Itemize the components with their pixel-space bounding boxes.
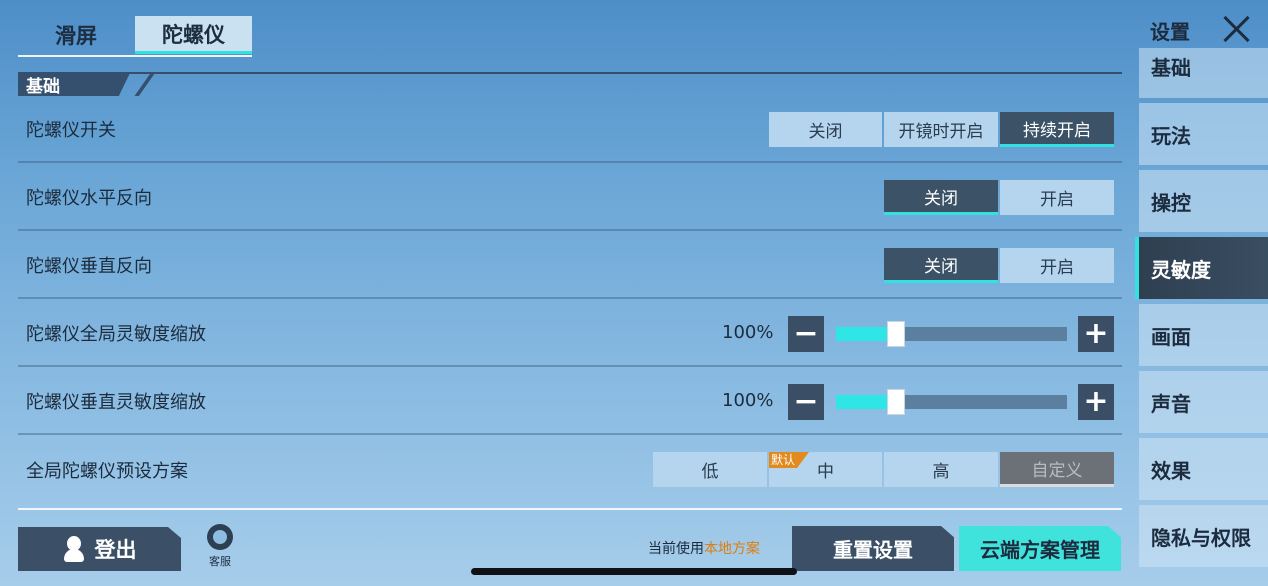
sidebar-item-effects[interactable]: 效果 [1139,438,1268,500]
current-scheme-text: 当前使用本地方案 [648,538,760,558]
tab-underline [18,55,252,57]
home-indicator [471,568,797,575]
reset-settings-button[interactable]: 重置设置 [792,526,954,571]
tab-gyroscope[interactable]: 陀螺仪 [135,16,252,54]
sidebar-item-controls[interactable]: 操控 [1139,170,1268,232]
option-medium[interactable]: 默认 中 [769,452,882,487]
option-off[interactable]: 关闭 [769,112,882,147]
row-gyro-switch: 陀螺仪开关 关闭 开镜时开启 持续开启 [18,97,1122,163]
section-decoration [132,74,156,96]
slider-track[interactable] [836,389,1067,415]
logout-label: 登出 [94,538,137,562]
option-off[interactable]: 关闭 [884,248,998,283]
option-low[interactable]: 低 [653,452,767,487]
plus-icon[interactable]: + [1078,384,1114,420]
footer-divider [18,508,1122,510]
value-percent: 100% [722,390,774,411]
cloud-scheme-button[interactable]: 云端方案管理 [959,526,1121,571]
slider-thumb[interactable] [887,321,906,347]
row-label: 全局陀螺仪预设方案 [26,461,188,482]
row-label: 陀螺仪全局灵敏度缩放 [26,324,206,345]
row-vertical-invert: 陀螺仪垂直反向 关闭 开启 [18,233,1122,299]
row-label: 陀螺仪开关 [26,120,116,141]
option-always-on[interactable]: 持续开启 [1000,112,1114,147]
option-off[interactable]: 关闭 [884,180,998,215]
option-on[interactable]: 开启 [1000,248,1114,283]
service-label: 客服 [209,555,231,568]
minus-icon[interactable]: − [788,316,824,352]
section-divider [18,72,1122,74]
sidebar-item-audio[interactable]: 声音 [1139,371,1268,433]
row-preset: 全局陀螺仪预设方案 低 默认 中 高 自定义 [18,437,1122,503]
default-badge: 默认 [769,452,810,468]
logout-button[interactable]: 登出 [18,527,181,571]
current-scheme-name: 本地方案 [704,541,760,557]
sidebar-item-sensitivity[interactable]: 灵敏度 [1135,237,1268,299]
row-horizontal-invert: 陀螺仪水平反向 关闭 开启 [18,165,1122,231]
plus-icon[interactable]: + [1078,316,1114,352]
current-prefix: 当前使用 [648,541,704,557]
sidebar-item-gameplay[interactable]: 玩法 [1139,103,1268,165]
option-custom[interactable]: 自定义 [1000,452,1114,487]
minus-icon[interactable]: − [788,384,824,420]
row-vertical-scale: 陀螺仪垂直灵敏度缩放 100% − + [18,369,1122,435]
option-on[interactable]: 开启 [1000,180,1114,215]
tab-swipe[interactable]: 滑屏 [18,16,134,54]
sidebar-item-privacy[interactable]: 隐私与权限 [1139,505,1268,567]
option-scope-on[interactable]: 开镜时开启 [884,112,998,147]
settings-title: 设置 [1150,20,1190,44]
customer-service-button[interactable]: 客服 [200,522,240,572]
sidebar-item-graphics[interactable]: 画面 [1139,304,1268,366]
row-label: 陀螺仪水平反向 [26,188,152,209]
slider-track[interactable] [836,321,1067,347]
row-label: 陀螺仪垂直灵敏度缩放 [26,392,206,413]
headset-icon [207,524,233,550]
section-title: 基础 [18,73,130,96]
option-high[interactable]: 高 [884,452,998,487]
slider-thumb[interactable] [887,389,906,415]
close-icon[interactable] [1222,14,1252,44]
option-label: 中 [817,462,834,482]
row-global-scale: 陀螺仪全局灵敏度缩放 100% − + [18,301,1122,367]
sidebar-item-basic[interactable]: 基础 [1139,48,1268,98]
value-percent: 100% [722,322,774,343]
row-label: 陀螺仪垂直反向 [26,256,152,277]
person-icon [63,536,85,562]
